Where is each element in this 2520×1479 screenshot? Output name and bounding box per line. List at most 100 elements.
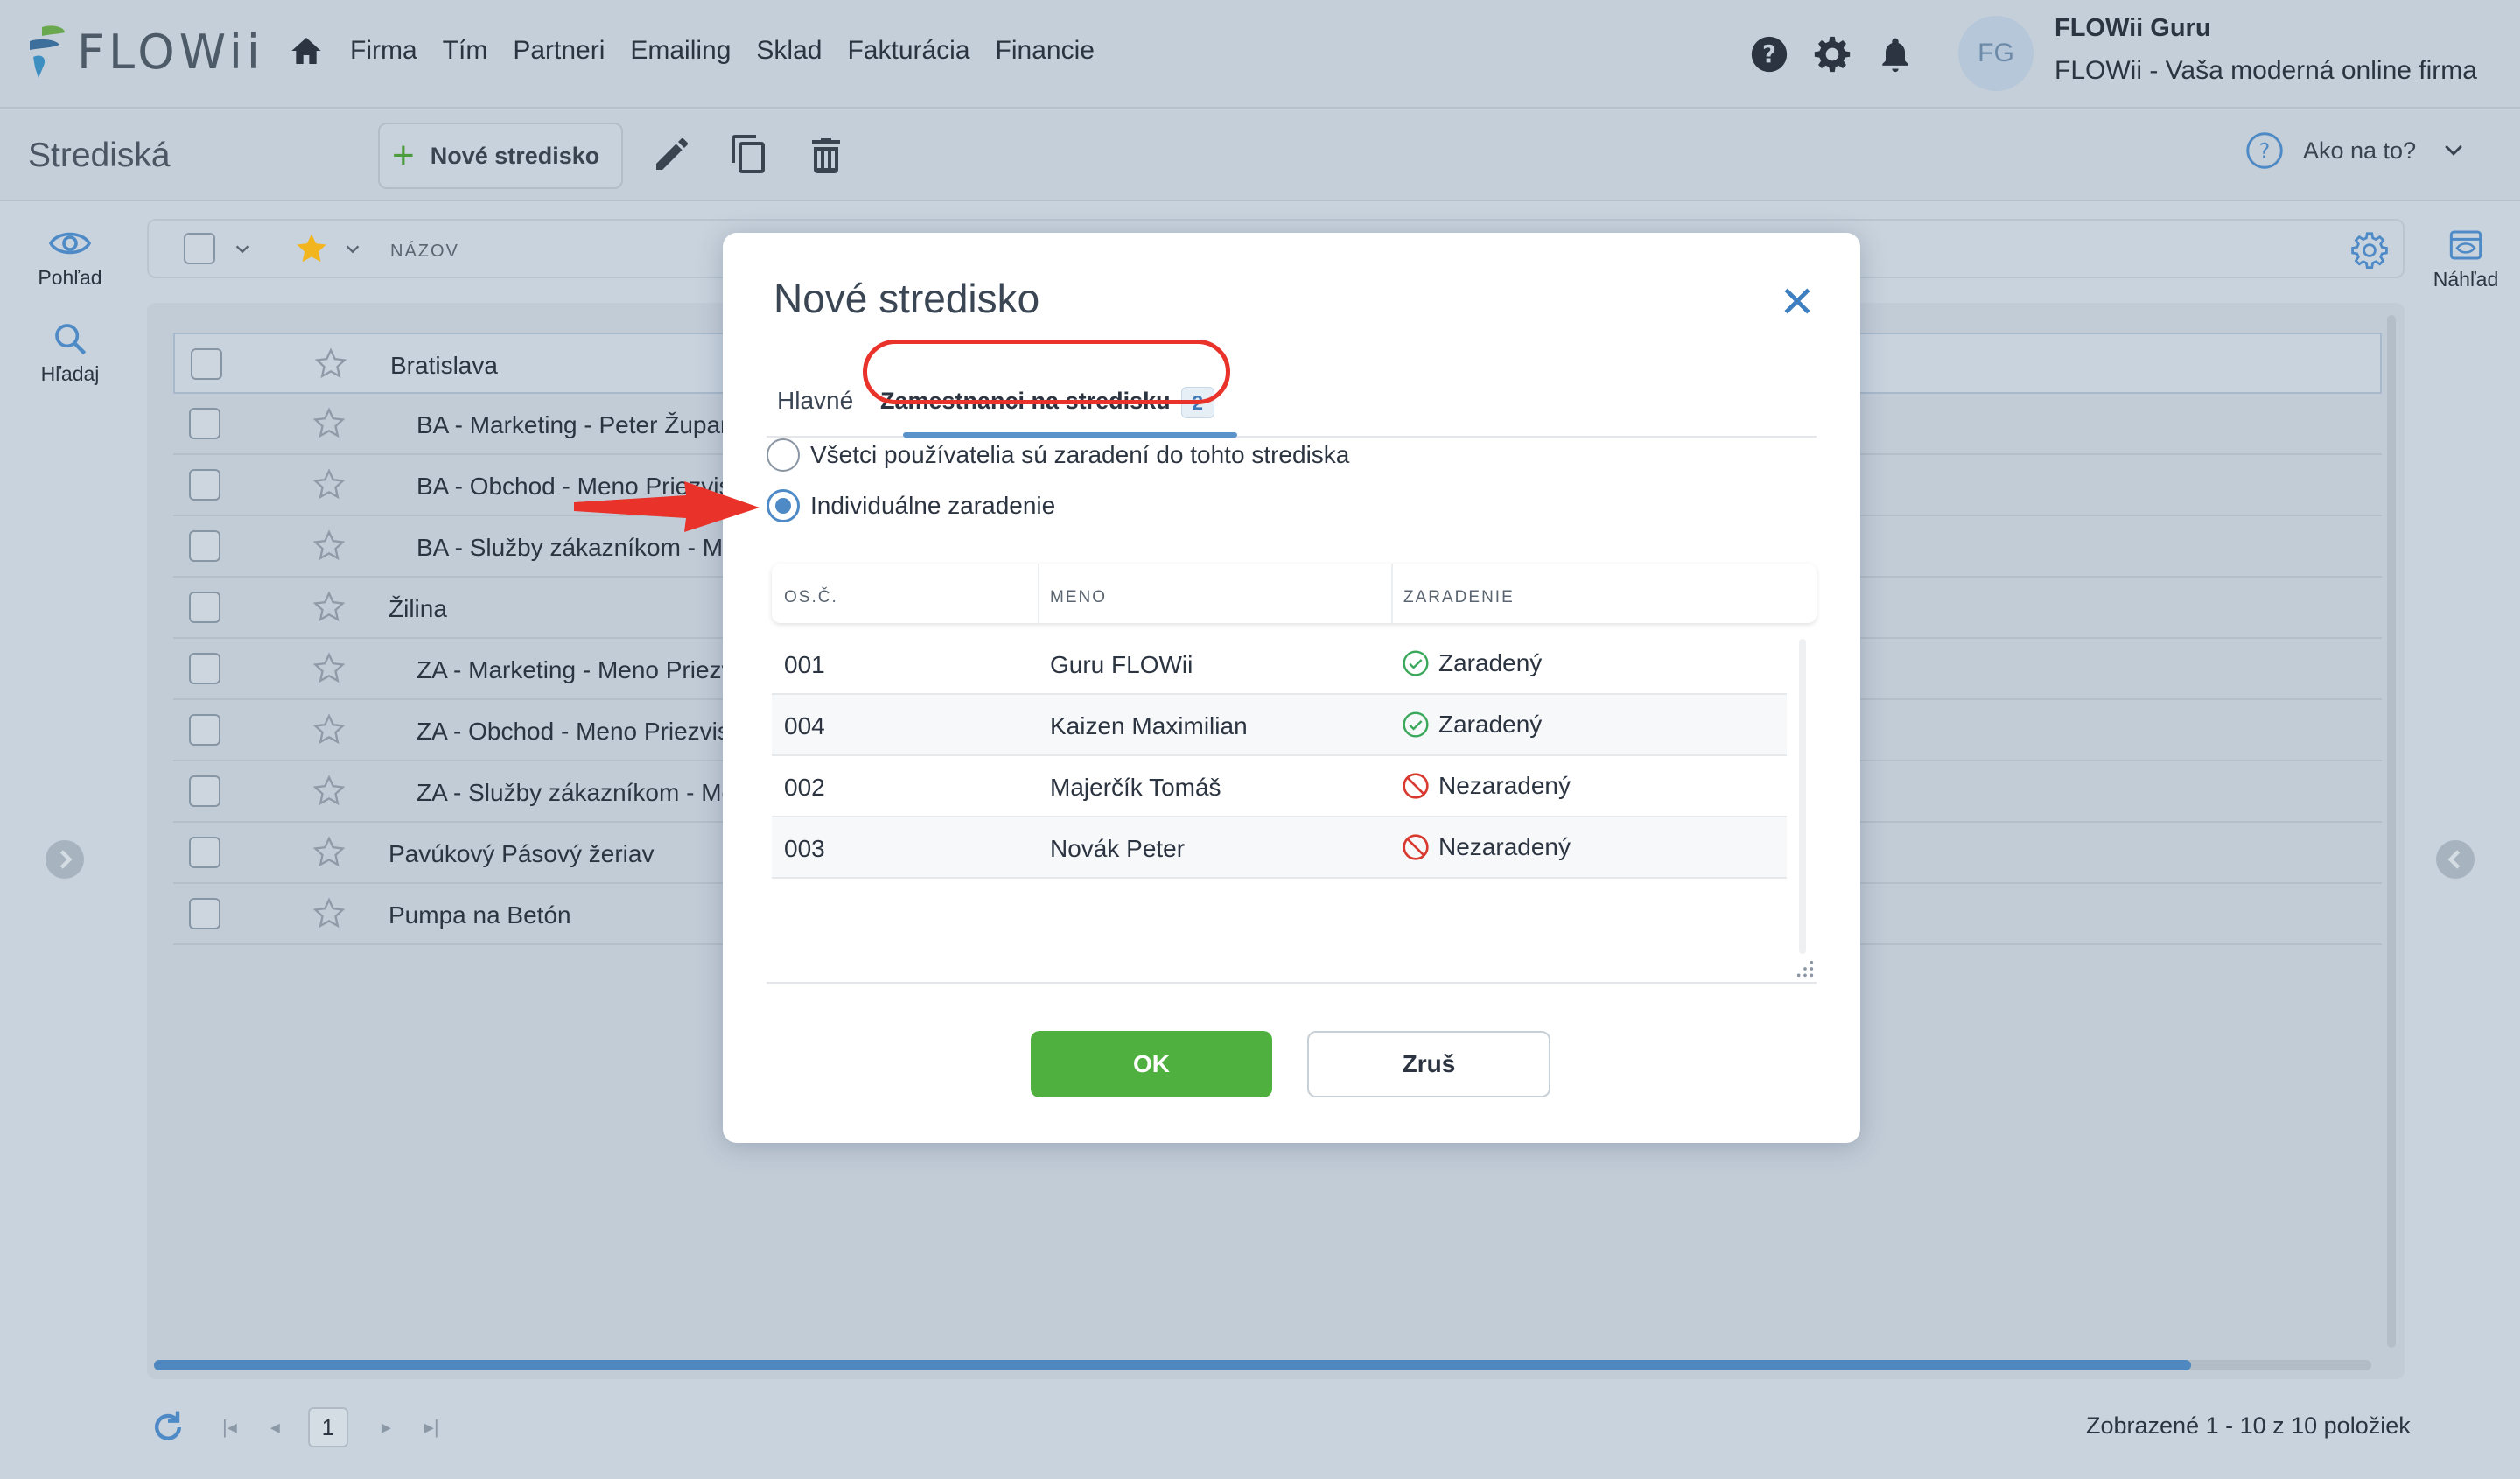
assignment-status-label: Zaradený [1438,649,1543,676]
select-all-checkbox[interactable] [184,233,215,264]
nav-sklad[interactable]: Sklad [756,36,822,66]
star-icon[interactable] [312,406,346,441]
column-name-header[interactable]: NÁZOV [390,242,459,262]
assignment-status[interactable]: Nezaradený [1402,833,1571,861]
row-checkbox[interactable] [189,530,220,562]
table-row[interactable]: 004 Kaizen Maximilian Zaradený [772,695,1787,756]
star-icon[interactable] [312,774,346,809]
grid-scrollbar[interactable] [1799,639,1806,954]
nav-fakturacia[interactable]: Fakturácia [847,36,970,66]
row-checkbox[interactable] [189,408,220,439]
chevron-right-icon [60,850,73,869]
table-row[interactable]: 001 Guru FLOWii Zaradený [772,634,1787,695]
row-checkbox[interactable] [189,837,220,868]
radio-all-users[interactable] [766,438,800,472]
nav-partneri[interactable]: Partneri [513,36,605,66]
employees-grid: OS.Č. MENO ZARADENIE 001 Guru FLOWii Zar… [772,564,1816,975]
row-checkbox[interactable] [189,775,220,807]
copy-icon[interactable] [728,133,770,175]
table-row[interactable]: 003 Novák Peter Nezaradený [772,817,1787,879]
scrollbar-thumb[interactable] [154,1360,2191,1370]
nav-tim[interactable]: Tím [443,36,488,66]
star-filled-icon[interactable] [294,231,329,266]
edit-icon[interactable] [651,133,693,175]
refresh-icon[interactable] [149,1408,187,1447]
trash-icon[interactable] [805,133,847,175]
star-icon[interactable] [312,835,346,870]
star-icon[interactable] [312,590,346,625]
user-avatar[interactable]: FG [1958,16,2034,91]
vertical-scrollbar[interactable] [2387,315,2396,1348]
collapse-right-button[interactable] [2436,840,2474,879]
current-page[interactable]: 1 [307,1407,348,1447]
tab-main[interactable]: Hlavné [777,387,853,415]
gear-icon[interactable] [1813,35,1852,74]
row-checkbox[interactable] [189,898,220,929]
nav-emailing[interactable]: Emailing [630,36,731,66]
user-name[interactable]: FLOWii Guru [2054,14,2211,43]
row-checkbox[interactable] [189,653,220,684]
row-checkbox[interactable] [189,714,220,746]
prev-page-icon[interactable]: ◂ [270,1416,280,1439]
flowii-logo[interactable]: FLOWii [26,21,264,82]
employee-name: Novák Peter [1050,835,1186,862]
last-page-icon[interactable]: ▸| [424,1416,439,1439]
settings-gear-icon[interactable] [2350,231,2389,270]
brand-name: FLOWii [77,24,264,80]
row-name: Pumpa na Betón [388,901,571,929]
cancel-button[interactable]: Zruš [1307,1031,1550,1097]
option-individual-label: Individuálne zaradenie [810,492,1056,519]
close-icon[interactable] [1778,282,1816,320]
column-name[interactable]: MENO [1050,588,1107,607]
chevron-down-icon[interactable] [343,240,362,259]
radio-individual[interactable] [766,489,800,522]
next-page-icon[interactable]: ▸ [382,1416,391,1439]
help-icon[interactable]: ? [1750,35,1788,74]
row-checkbox[interactable] [189,469,220,501]
preview-button[interactable]: Náhľad [2422,228,2510,291]
ok-button[interactable]: OK [1031,1031,1272,1097]
option-all-users[interactable]: Všetci používatelia sú zaradení do tohto… [766,438,1349,473]
bell-icon[interactable] [1876,35,1914,74]
employee-id: 004 [784,712,825,740]
star-icon[interactable] [312,896,346,931]
chevron-down-icon [2445,144,2462,156]
row-name: BA - Služby zákazníkom - Me [416,534,737,561]
how-to-area[interactable]: ? Ako na to? [2245,131,2467,170]
nav-financie[interactable]: Financie [996,36,1095,66]
chevron-down-icon[interactable] [233,240,252,259]
row-checkbox[interactable] [191,348,222,380]
option-all-users-label: Všetci používatelia sú zaradení do tohto… [810,441,1350,468]
first-page-icon[interactable]: |◂ [222,1416,237,1439]
svg-text:?: ? [1762,40,1776,68]
view-button[interactable]: Pohľad [26,226,114,290]
resize-grip-icon[interactable] [1796,959,1815,978]
assignment-status[interactable]: Nezaradený [1402,772,1571,800]
new-center-button[interactable]: + Nové stredisko [378,123,623,189]
check-circle-icon [1403,650,1429,676]
svg-text:?: ? [2259,138,2271,163]
column-assignment[interactable]: ZARADENIE [1404,588,1515,607]
star-icon[interactable] [312,529,346,564]
row-checkbox[interactable] [189,592,220,623]
option-individual[interactable]: Individuálne zaradenie [766,488,1055,523]
search-button[interactable]: Hľadaj [26,320,114,386]
search-icon [55,324,87,355]
horizontal-scrollbar[interactable] [154,1360,2371,1370]
row-name: ZA - Služby zákazníkom - Me [416,779,736,806]
row-name: BA - Marketing - Peter Županl [416,411,739,438]
star-icon[interactable] [313,347,348,382]
star-icon[interactable] [312,651,346,686]
assignment-status[interactable]: Zaradený [1402,649,1542,677]
nav-firma[interactable]: Firma [350,36,417,66]
collapse-left-button[interactable] [46,840,84,879]
column-id[interactable]: OS.Č. [784,588,838,607]
employee-id: 003 [784,835,825,862]
check-circle-icon [1403,711,1429,738]
home-icon[interactable] [289,33,324,68]
star-icon[interactable] [312,467,346,502]
row-name: ZA - Obchod - Meno Priezvis [416,718,730,745]
star-icon[interactable] [312,712,346,747]
assignment-status[interactable]: Zaradený [1402,711,1542,739]
table-row[interactable]: 002 Majerčík Tomáš Nezaradený [772,756,1787,817]
